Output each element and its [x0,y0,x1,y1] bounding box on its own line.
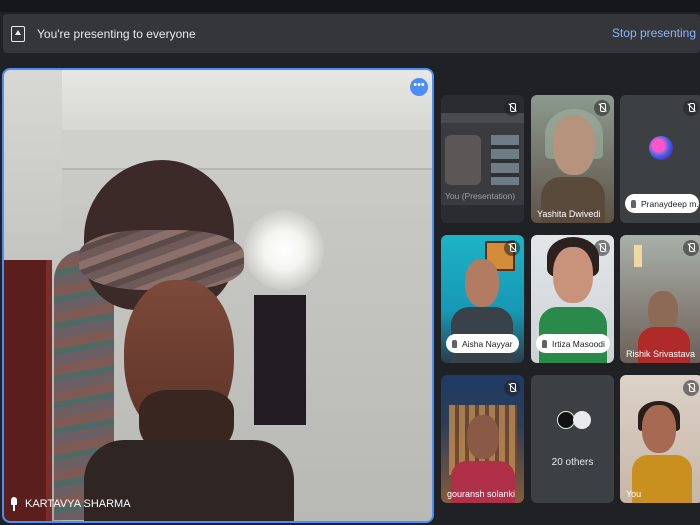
participant-tile-self[interactable]: You [620,375,700,503]
participant-name-pill: Pranaydeep m... [625,194,699,213]
main-speaker-video [44,160,294,521]
mic-off-icon [594,240,610,256]
participant-tile[interactable]: Yashita Dwivedi [531,95,614,223]
main-speaker-name-label: KARTAVYA SHARMA [25,498,131,510]
others-count: 20 others [551,457,594,468]
participant-tile[interactable]: gouransh solanki [441,375,524,503]
present-to-all-icon [11,25,25,42]
participant-name: Yashita Dwivedi [537,209,601,219]
avatar [573,411,591,429]
pin-icon [631,199,636,208]
mic-off-icon [504,380,520,396]
main-speaker-tile[interactable]: ••• KARTAVYA SHARMA [2,68,434,523]
pin-icon[interactable] [10,497,18,511]
others-tile[interactable]: 20 others [531,375,614,503]
participant-name: gouransh solanki [447,489,516,499]
participant-tile[interactable]: Aisha Nayyar [441,235,524,363]
mic-off-icon [504,240,520,256]
avatar [649,136,673,160]
participant-tile[interactable]: Irtiza Masoodi [531,235,614,363]
participant-tile[interactable]: Pranaydeep m... [620,95,700,223]
pin-icon [542,339,547,348]
mic-off-icon [683,240,699,256]
mic-off-icon [504,100,520,116]
participant-tile[interactable]: Rishik Srivastava [620,235,700,363]
pin-icon [452,339,457,348]
participant-name-pill: Aisha Nayyar [446,334,519,353]
mic-off-icon [683,380,699,396]
presenting-status-text: You're presenting to everyone [37,26,196,41]
mic-off-icon [683,100,699,116]
more-options-icon[interactable]: ••• [410,78,428,96]
participant-tile-presentation[interactable]: You (Presentation) [441,95,524,223]
top-bar [0,0,700,12]
participant-name: Rishik Srivastava [626,349,696,359]
presenting-banner: You're presenting to everyone Stop prese… [3,14,700,53]
background-ceiling [62,70,432,130]
participant-name: You [626,489,642,499]
stop-presenting-button[interactable]: Stop presenting [612,26,696,40]
participant-name: You (Presentation) [445,191,516,201]
main-speaker-name: KARTAVYA SHARMA [10,497,131,511]
mic-off-icon [594,100,610,116]
participant-name-pill: Irtiza Masoodi [536,334,610,353]
